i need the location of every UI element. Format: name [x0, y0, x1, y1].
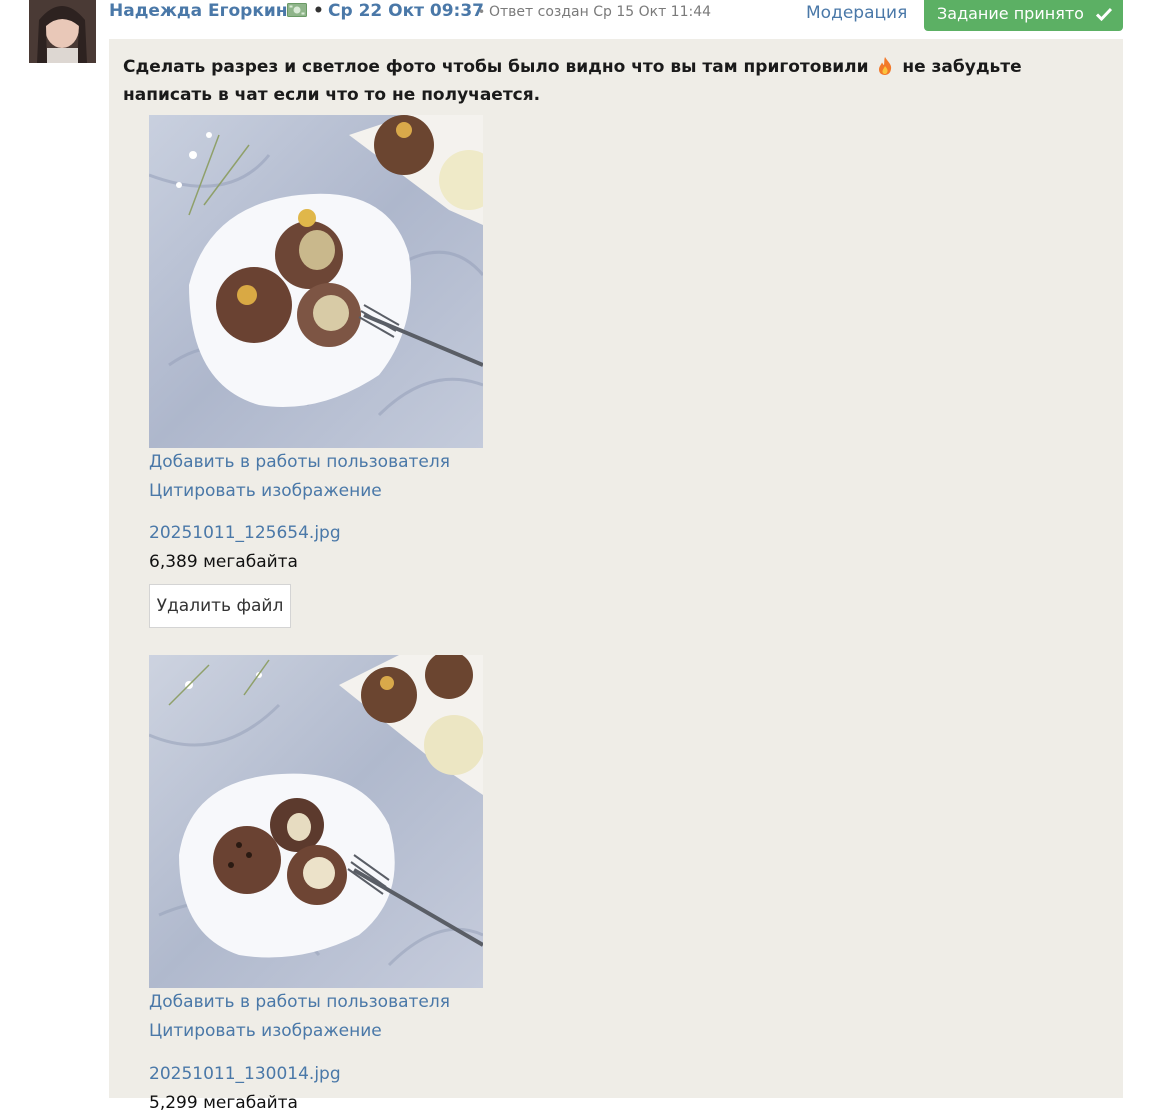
add-to-user-works-link[interactable]: Добавить в работы пользователя: [149, 991, 450, 1013]
task-accepted-button[interactable]: Задание принято: [924, 0, 1123, 31]
attachment-photo[interactable]: [149, 655, 483, 988]
task-accepted-label: Задание принято: [937, 4, 1084, 23]
file-size: 6,389 мегабайта: [149, 552, 298, 572]
avatar-image: [29, 0, 96, 63]
quote-image-link[interactable]: Цитировать изображение: [149, 480, 382, 502]
filename-link[interactable]: 20251011_125654.jpg: [149, 522, 341, 544]
moderation-link[interactable]: Модерация: [806, 2, 907, 24]
author-link[interactable]: Надежда Егоркина: [109, 0, 299, 22]
answer-created-timestamp: Ответ создан Ср 15 Окт 11:44: [489, 4, 712, 20]
attachment-photo[interactable]: [149, 115, 483, 448]
photo-image: [149, 115, 483, 448]
separator-dot: •: [313, 1, 324, 21]
file-size: 5,299 мегабайта: [149, 1093, 298, 1113]
money-icon: [287, 3, 307, 17]
avatar[interactable]: [29, 0, 96, 63]
separator-dot-small: •: [478, 5, 486, 19]
quote-image-link[interactable]: Цитировать изображение: [149, 1020, 382, 1042]
post-header: Надежда Егоркина • Ср 22 Окт 09:37 • Отв…: [109, 0, 1123, 31]
answer-card: Сделать разрез и светлое фото чтобы было…: [109, 39, 1123, 1113]
task-description: Сделать разрез и светлое фото чтобы было…: [123, 53, 1113, 109]
task-text-part1: Сделать разрез и светлое фото чтобы было…: [123, 57, 869, 77]
photo-image: [149, 655, 483, 988]
post-date[interactable]: Ср 22 Окт 09:37: [328, 0, 484, 22]
add-to-user-works-link[interactable]: Добавить в работы пользователя: [149, 451, 450, 473]
delete-file-button[interactable]: Удалить файл: [149, 584, 291, 628]
filename-link[interactable]: 20251011_130014.jpg: [149, 1063, 341, 1085]
fire-icon: [879, 57, 892, 75]
check-icon: [1096, 7, 1112, 21]
